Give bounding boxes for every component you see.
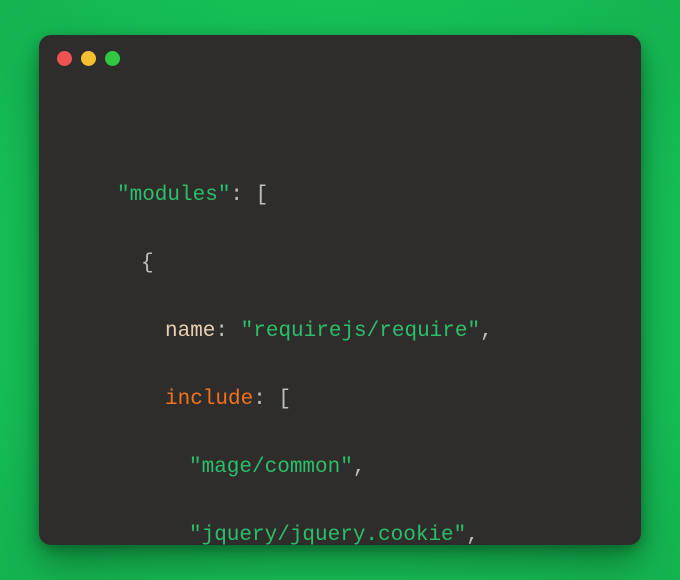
close-icon[interactable] [57,51,72,66]
code-block: "modules": [ { name: "requirejs/require"… [39,81,641,545]
comma: , [353,456,366,479]
punct: : [215,320,240,343]
string-value: "jquery/jquery.cookie" [189,524,466,545]
string-value: "requirejs/require" [241,320,480,343]
string-value: "mage/common" [189,456,353,479]
prop-name: name [165,320,215,343]
minimize-icon[interactable] [81,51,96,66]
punct: : [ [230,184,268,207]
window-titlebar [39,35,641,81]
comma: , [480,320,493,343]
brace-open: { [141,252,154,275]
code-window: "modules": [ { name: "requirejs/require"… [39,35,641,545]
prop-include: include [165,388,253,411]
comma: , [466,524,479,545]
maximize-icon[interactable] [105,51,120,66]
json-key-modules: "modules" [117,184,230,207]
punct: : [ [253,388,291,411]
